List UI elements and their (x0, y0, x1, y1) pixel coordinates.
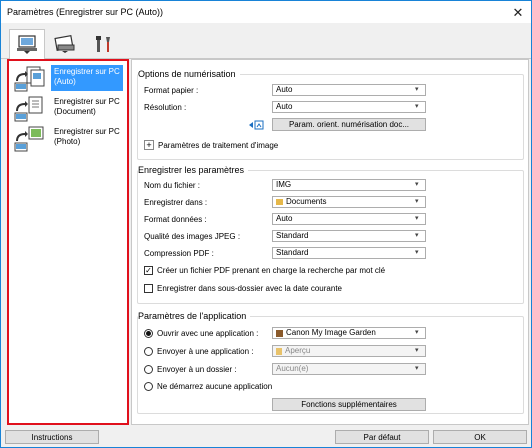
chevron-down-icon: ▾ (415, 249, 419, 256)
orientation-icon (248, 119, 266, 133)
data-format-label: Format données : (144, 215, 207, 224)
sidebar-item-save-photo[interactable]: Enregistrer sur PC (Photo) (13, 125, 127, 155)
open-with-app-radio[interactable] (144, 329, 153, 338)
chevron-down-icon: ▾ (415, 86, 419, 93)
filename-label: Nom du fichier : (144, 181, 201, 190)
chevron-down-icon: ▾ (415, 103, 419, 110)
more-functions-button[interactable]: Fonctions supplémentaires (272, 398, 426, 411)
send-to-app-label: Envoyer à une application : (157, 347, 254, 356)
save-auto-icon (13, 65, 51, 95)
searchable-pdf-label: Créer un fichier PDF prenant en charge l… (157, 266, 386, 275)
paper-size-label: Format papier : (144, 86, 199, 95)
tools-icon (96, 36, 110, 52)
no-app-label: Ne démarrez aucune application (157, 382, 273, 391)
chevron-down-icon: ▾ (415, 215, 419, 222)
pdf-compression-label: Compression PDF : (144, 249, 214, 258)
radio-selected-dot (146, 331, 151, 336)
tab-scan-from-panel[interactable] (47, 29, 83, 59)
save-settings-title: Enregistrer les paramètres (138, 165, 249, 175)
image-processing-label[interactable]: Paramètres de traitement d'image (158, 141, 278, 150)
tab-scan-from-computer[interactable] (9, 29, 45, 60)
open-with-app-select[interactable]: Canon My Image Garden ▾ (272, 327, 426, 339)
application-settings-group: Paramètres de l'application Ouvrir avec … (137, 311, 524, 414)
filename-select[interactable]: IMG ▾ (272, 179, 426, 191)
send-to-folder-select[interactable]: Aucun(e) ▾ (272, 363, 426, 375)
settings-window: Paramètres (Enregistrer sur PC (Auto)) ✕ (0, 0, 532, 448)
send-to-folder-radio[interactable] (144, 365, 153, 374)
orientation-settings-button[interactable]: Param. orient. numérisation doc... (272, 118, 426, 131)
scanner-icon (54, 35, 75, 53)
expand-icon[interactable]: + (144, 140, 154, 150)
open-with-app-label: Ouvrir avec une application : (157, 329, 259, 338)
my-image-garden-icon (276, 329, 283, 337)
settings-panel: Options de numérisation Format papier : … (131, 59, 529, 425)
paper-size-select[interactable]: Auto ▾ (272, 84, 426, 96)
resolution-select[interactable]: Auto ▾ (272, 101, 426, 113)
no-app-radio[interactable] (144, 382, 153, 391)
chevron-down-icon: ▾ (415, 198, 419, 205)
date-subfolder-checkbox[interactable] (144, 284, 153, 293)
sidebar-item-label: Enregistrer sur PC (Photo) (54, 127, 120, 146)
pdf-compression-select[interactable]: Standard ▾ (272, 247, 426, 259)
instructions-button[interactable]: Instructions (5, 430, 99, 444)
searchable-pdf-checkbox[interactable]: ✓ (144, 266, 153, 275)
preview-app-icon (276, 347, 282, 355)
sidebar-item-label: Enregistrer sur PC (Auto) (51, 65, 123, 91)
chevron-down-icon: ▾ (415, 329, 419, 336)
default-button[interactable]: Par défaut (335, 430, 429, 444)
chevron-down-icon: ▾ (415, 181, 419, 188)
send-to-app-select[interactable]: Aperçu ▾ (272, 345, 426, 357)
chevron-down-icon: ▾ (415, 232, 419, 239)
sidebar-item-save-document[interactable]: Enregistrer sur PC (Document) (13, 95, 127, 125)
title-bar: Paramètres (Enregistrer sur PC (Auto)) ✕ (1, 1, 531, 23)
ok-button[interactable]: OK (433, 430, 527, 444)
scan-options-group: Options de numérisation Format papier : … (137, 69, 524, 160)
save-in-label: Enregistrer dans : (144, 198, 208, 207)
send-to-folder-label: Envoyer à un dossier : (157, 365, 237, 374)
close-icon[interactable]: ✕ (511, 5, 525, 19)
data-format-select[interactable]: Auto ▾ (272, 213, 426, 225)
chevron-down-icon: ▾ (415, 365, 419, 372)
tab-general-settings[interactable] (85, 29, 121, 59)
save-document-icon (13, 95, 51, 125)
sidebar-item-label: Enregistrer sur PC (Document) (54, 97, 120, 116)
save-photo-icon (13, 125, 51, 155)
resolution-label: Résolution : (144, 103, 187, 112)
save-settings-group: Enregistrer les paramètres Nom du fichie… (137, 165, 524, 304)
chevron-down-icon: ▾ (415, 347, 419, 354)
sidebar-item-save-auto[interactable]: Enregistrer sur PC (Auto) (13, 65, 127, 95)
jpeg-quality-select[interactable]: Standard ▾ (272, 230, 426, 242)
scan-options-title: Options de numérisation (138, 69, 240, 79)
window-title: Paramètres (Enregistrer sur PC (Auto)) (7, 7, 164, 17)
date-subfolder-label: Enregistrer dans sous-dossier avec la da… (157, 284, 342, 293)
tab-bar (1, 23, 531, 60)
jpeg-quality-label: Qualité des images JPEG : (144, 232, 241, 241)
send-to-app-radio[interactable] (144, 347, 153, 356)
folder-icon (276, 199, 283, 205)
app-settings-title: Paramètres de l'application (138, 311, 251, 321)
computer-scan-icon (17, 34, 37, 54)
scan-mode-sidebar: Enregistrer sur PC (Auto) Enregistrer sur… (7, 59, 129, 425)
save-in-select[interactable]: Documents ▾ (272, 196, 426, 208)
